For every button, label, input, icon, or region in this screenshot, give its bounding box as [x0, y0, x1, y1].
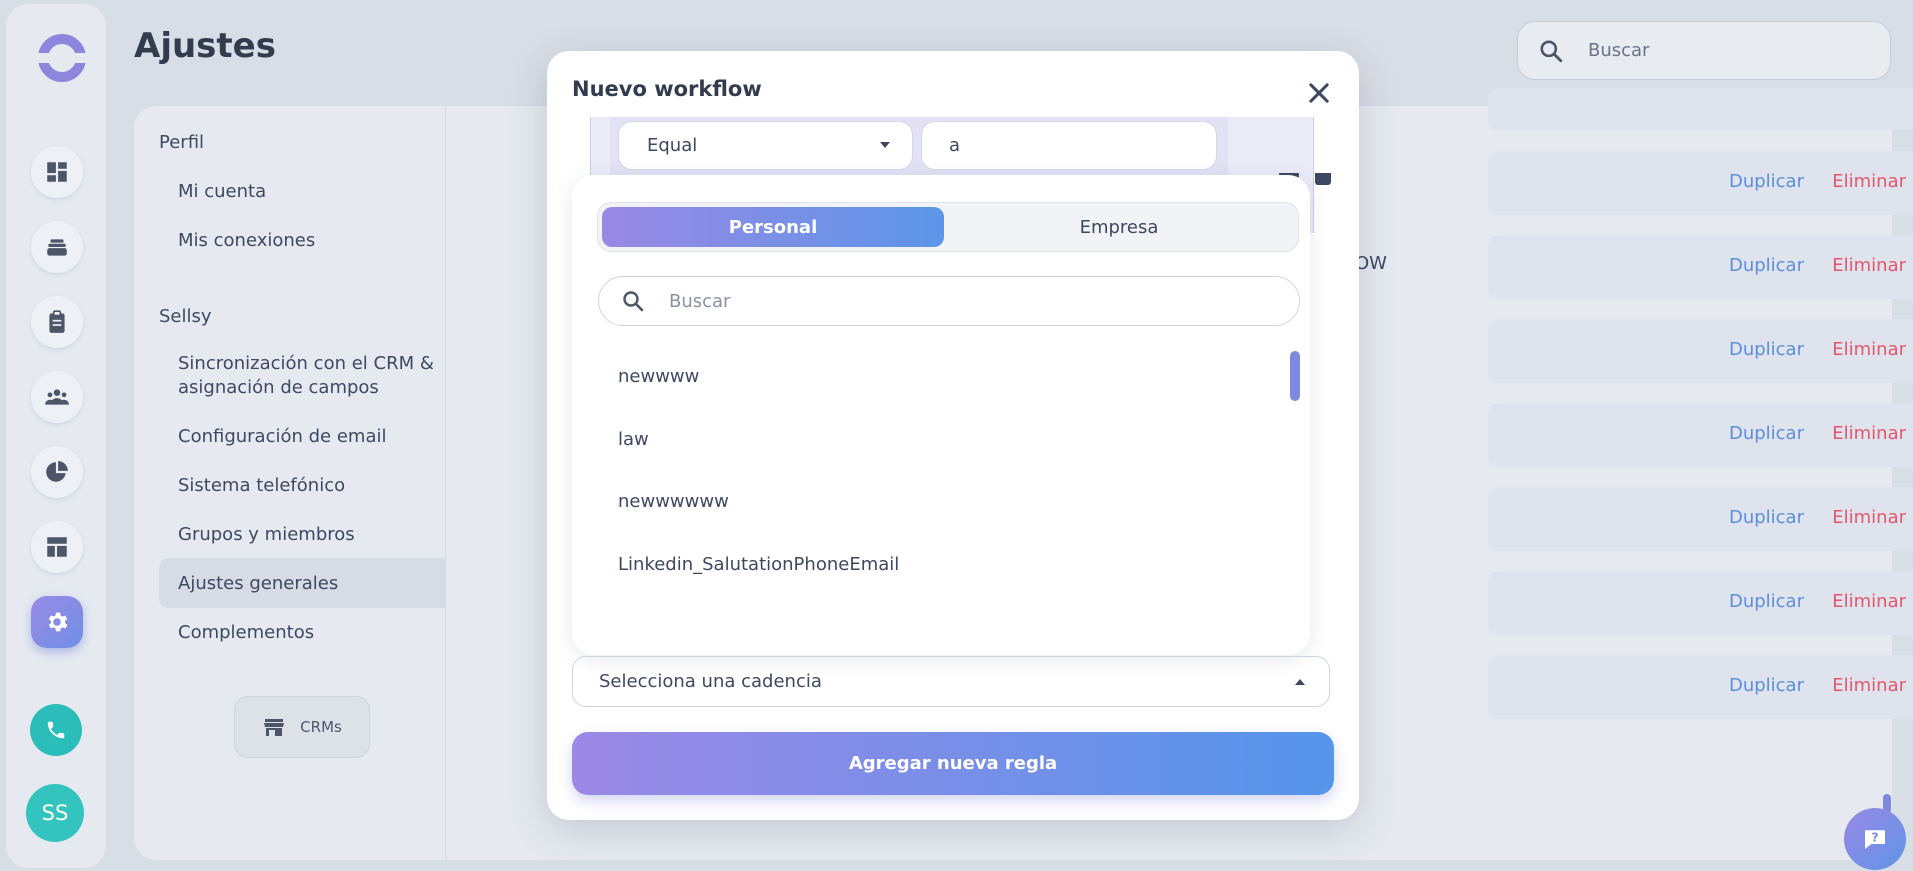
duplicate-link[interactable]: Duplicar [1729, 591, 1804, 612]
reports-nav-button[interactable] [31, 446, 83, 498]
page-title: Ajustes [134, 26, 276, 66]
inbox-nav-button[interactable] [31, 221, 83, 273]
phone-button[interactable] [30, 704, 82, 756]
add-rule-button[interactable]: Agregar nueva regla [572, 732, 1334, 795]
close-icon[interactable] [1305, 79, 1333, 107]
delete-link[interactable]: Eliminar [1832, 675, 1906, 696]
workflow-name-partial: OW [1355, 253, 1387, 274]
chevron-down-icon [880, 142, 890, 148]
cadence-option[interactable]: law [618, 429, 649, 450]
layout-icon [47, 537, 67, 557]
nav-item-crm-sync[interactable]: Sincronización con el CRM & asignación d… [178, 352, 438, 400]
duplicate-link[interactable]: Duplicar [1729, 675, 1804, 696]
duplicate-link[interactable]: Duplicar [1729, 423, 1804, 444]
nav-heading-sellsy: Sellsy [159, 306, 212, 327]
cadence-tabs: Personal Empresa [597, 202, 1299, 252]
trash-icon[interactable] [1315, 173, 1331, 185]
workflow-row: Duplicar Eliminar [1488, 319, 1913, 383]
store-icon [264, 719, 285, 736]
dropdown-scrollbar[interactable] [1290, 351, 1300, 401]
duplicate-link[interactable]: Duplicar [1729, 255, 1804, 276]
duplicate-link[interactable]: Duplicar [1729, 339, 1804, 360]
nav-item-phone-system[interactable]: Sistema telefónico [178, 474, 438, 498]
cadence-dropdown-panel: Personal Empresa Buscar newwww law newww… [572, 175, 1310, 655]
inbox-icon [47, 239, 67, 256]
crms-button[interactable]: CRMs [234, 696, 370, 758]
contacts-nav-button[interactable] [31, 371, 83, 423]
gear-icon [48, 612, 68, 632]
search-icon [623, 291, 644, 312]
search-placeholder: Buscar [1588, 40, 1650, 61]
cadence-option[interactable]: newwwwww [618, 491, 729, 512]
duplicate-link[interactable]: Duplicar [1729, 171, 1804, 192]
help-button[interactable]: ? [1844, 808, 1906, 870]
operator-select[interactable]: Equal [618, 121, 913, 170]
user-avatar[interactable]: SS [26, 784, 84, 842]
cadence-option[interactable]: Linkedin_SalutationPhoneEmail [618, 554, 899, 575]
app-logo [36, 34, 88, 82]
modal-title: Nuevo workflow [572, 77, 762, 101]
nav-item-groups-members[interactable]: Grupos y miembros [178, 523, 438, 547]
nav-item-mi-cuenta[interactable]: Mi cuenta [178, 180, 438, 204]
dashboard-nav-button[interactable] [31, 146, 83, 198]
tab-personal[interactable]: Personal [602, 207, 944, 247]
users-icon [45, 389, 69, 405]
clipboard-icon [49, 310, 65, 333]
templates-nav-button[interactable] [31, 521, 83, 573]
delete-link[interactable]: Eliminar [1832, 423, 1906, 444]
delete-link[interactable]: Eliminar [1832, 339, 1906, 360]
condition-value-input[interactable]: a [921, 121, 1217, 170]
dashboard-icon [47, 162, 67, 182]
tab-empresa[interactable]: Empresa [948, 207, 1290, 247]
workflow-row: Duplicar Eliminar [1488, 151, 1913, 215]
workflow-row: Duplicar Eliminar [1488, 655, 1913, 719]
delete-link[interactable]: Eliminar [1832, 591, 1906, 612]
cadence-select[interactable]: Selecciona una cadencia [572, 656, 1330, 707]
phone-icon [47, 721, 65, 739]
nav-item-mis-conexiones[interactable]: Mis conexiones [178, 229, 438, 253]
duplicate-link[interactable]: Duplicar [1729, 507, 1804, 528]
workflow-row: Duplicar Eliminar [1488, 235, 1913, 299]
chevron-up-icon [1295, 679, 1305, 685]
cadence-search-placeholder: Buscar [669, 290, 731, 312]
delete-link[interactable]: Eliminar [1832, 171, 1906, 192]
crms-label: CRMs [300, 718, 342, 736]
delete-link[interactable]: Eliminar [1832, 507, 1906, 528]
nav-item-add-ons[interactable]: Complementos [178, 621, 438, 645]
cadence-select-placeholder: Selecciona una cadencia [599, 671, 822, 692]
settings-nav: Perfil Mi cuenta Mis conexiones Sellsy S… [134, 106, 446, 860]
nav-item-email-config[interactable]: Configuración de email [178, 425, 438, 449]
workflow-row: Duplicar Eliminar [1488, 487, 1913, 551]
workflow-row: Duplicar Eliminar [1488, 571, 1913, 635]
cadence-search-input[interactable]: Buscar [598, 276, 1300, 326]
nav-item-general-settings[interactable]: Ajustes generales [178, 572, 438, 596]
workflow-row [1488, 88, 1913, 130]
operator-value: Equal [647, 135, 698, 156]
icon-rail: SS [6, 4, 106, 868]
settings-nav-button[interactable] [31, 596, 83, 648]
cadence-option[interactable]: newwww [618, 366, 699, 387]
nav-heading-perfil: Perfil [159, 132, 205, 153]
search-icon [1540, 39, 1563, 62]
help-chat-icon: ? [1865, 830, 1885, 849]
pie-chart-icon [46, 461, 68, 482]
workflow-row: Duplicar Eliminar [1488, 403, 1913, 467]
delete-link[interactable]: Eliminar [1832, 255, 1906, 276]
global-search-input[interactable]: Buscar [1517, 21, 1891, 80]
new-workflow-modal: Nuevo workflow Equal a Personal Empresa … [547, 51, 1359, 820]
tasks-nav-button[interactable] [31, 296, 83, 348]
svg-text:?: ? [1871, 830, 1878, 845]
